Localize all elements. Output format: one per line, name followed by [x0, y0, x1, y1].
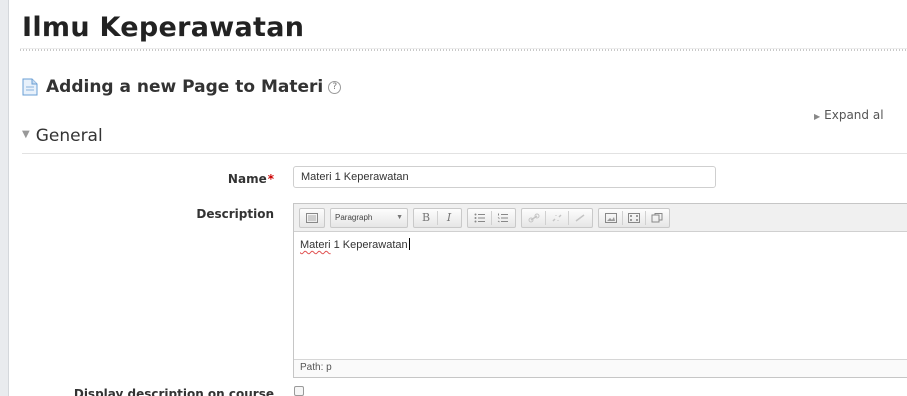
text-style-group: B I: [413, 207, 462, 228]
chevron-down-icon: ▼: [22, 128, 30, 140]
description-text-area[interactable]: Materi 1 Keperawatan: [294, 232, 907, 359]
help-icon[interactable]: ?: [328, 80, 342, 94]
toolbar-toggle-group: [299, 207, 325, 228]
page-heading: Adding a new Page to Materi ?: [22, 77, 342, 97]
toolbar-separator: [568, 210, 569, 225]
toolbar-toggle-icon[interactable]: [302, 209, 322, 227]
toolbar-separator: [437, 210, 438, 225]
paragraph-format-select[interactable]: Paragraph ▼: [330, 207, 408, 228]
unordered-list-icon[interactable]: [470, 209, 490, 227]
media-icon[interactable]: [624, 209, 644, 227]
text-caret: [408, 238, 410, 250]
italic-button[interactable]: I: [439, 209, 459, 227]
site-title: Ilmu Keperawatan: [22, 12, 305, 43]
required-mark: *: [267, 172, 274, 186]
name-label: Name*: [160, 172, 274, 186]
toolbar-separator: [645, 210, 646, 225]
display-description-label: Display description on course: [73, 387, 274, 396]
expand-all-link[interactable]: ▶ Expand al: [814, 108, 907, 122]
display-description-checkbox[interactable]: [294, 386, 304, 396]
section-general-legend[interactable]: ▼ General: [22, 126, 103, 146]
description-text: 1 Keperawatan: [330, 239, 408, 251]
left-edge-bar: [0, 0, 9, 396]
page-heading-text: Adding a new Page to Materi: [46, 77, 324, 97]
name-input[interactable]: [293, 166, 716, 188]
dropdown-arrow-icon: ▼: [396, 214, 403, 221]
description-label: Description: [196, 207, 274, 221]
link-group: [521, 207, 593, 228]
section-general-label: General: [35, 126, 103, 146]
expand-all-label: Expand al: [824, 108, 884, 122]
triangle-right-icon: ▶: [814, 112, 821, 121]
name-label-text: Name: [227, 172, 267, 186]
section-divider: [22, 153, 907, 154]
link-icon[interactable]: [524, 209, 544, 227]
paragraph-format-value: Paragraph: [335, 213, 373, 222]
ordered-list-icon[interactable]: [493, 209, 513, 227]
toolbar-separator: [491, 210, 492, 225]
title-divider: [20, 48, 907, 51]
misspelled-word: Materi: [300, 239, 331, 251]
manage-files-icon[interactable]: [647, 209, 667, 227]
list-group: [467, 207, 516, 228]
anchor-icon[interactable]: [570, 209, 590, 227]
toolbar-separator: [622, 210, 623, 225]
description-editor[interactable]: Paragraph ▼ B I Materi 1 Keperawatan Pat…: [293, 203, 907, 378]
bold-button[interactable]: B: [416, 209, 436, 227]
media-group: [598, 207, 670, 228]
image-icon[interactable]: [601, 209, 621, 227]
editor-toolbar: Paragraph ▼ B I: [294, 204, 907, 232]
toolbar-separator: [545, 210, 546, 225]
page-icon: [22, 78, 38, 96]
editor-path-bar: Path: p: [294, 359, 907, 377]
unlink-icon[interactable]: [547, 209, 567, 227]
